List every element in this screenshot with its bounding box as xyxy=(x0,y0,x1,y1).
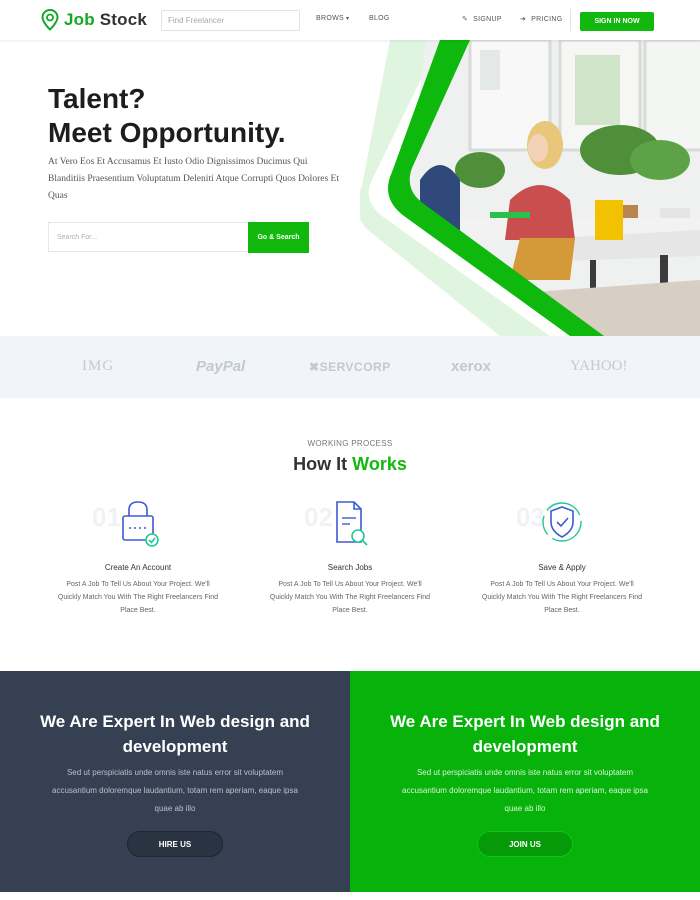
hero-section: Talent? Meet Opportunity. At Vero Eos Et… xyxy=(0,40,700,336)
nav-browse-dropdown[interactable]: BROWS ▾ xyxy=(316,15,349,22)
step-description: Post A Job To Tell Us About Your Project… xyxy=(481,581,643,614)
hire-us-button[interactable]: HIRE US xyxy=(127,831,223,857)
cta-description: Sed ut perspiciatis unde omnis iste natu… xyxy=(402,768,648,813)
brand-logo-paypal: PayPal xyxy=(196,358,246,375)
sign-in-button[interactable]: SIGN IN NOW xyxy=(580,12,654,31)
cta-title: We Are Expert In Web design and developm… xyxy=(390,712,660,756)
brand-logo-xerox: xerox xyxy=(451,358,492,375)
lock-check-icon xyxy=(122,501,159,547)
step-description: Post A Job To Tell Us About Your Project… xyxy=(57,581,219,614)
nav-blog-link[interactable]: BLOG xyxy=(369,15,390,22)
cta-description: Sed ut perspiciatis unde omnis iste natu… xyxy=(52,768,298,813)
go-search-button[interactable]: Go & Search xyxy=(248,222,309,253)
step-card: 02 Search Jobs Post A Job To Tell Us Abo… xyxy=(250,498,450,617)
logo[interactable]: Job Stock xyxy=(41,9,147,31)
hero-title: Talent? Meet Opportunity. xyxy=(48,83,286,148)
hero-search-input[interactable] xyxy=(48,222,248,252)
how-it-works-section: WORKING PROCESS How It Works 01 Create A… xyxy=(0,398,700,671)
document-search-icon xyxy=(336,501,368,546)
step-description: Post A Job To Tell Us About Your Project… xyxy=(269,581,431,614)
caret-down-icon: ▾ xyxy=(345,16,350,22)
nav-pricing-link[interactable]: ➜ PRICING xyxy=(520,15,562,23)
step-card: 01 Create An Account Post A Job To Tell … xyxy=(38,498,238,617)
shield-check-icon xyxy=(542,502,582,542)
hero-office-image xyxy=(360,40,700,336)
cta-title: We Are Expert In Web design and developm… xyxy=(40,712,310,756)
step-title: Search Jobs xyxy=(327,563,373,572)
hero-search-bar: Go & Search xyxy=(48,222,309,253)
cta-section: We Are Expert In Web design and developm… xyxy=(0,671,700,892)
sign-in-icon: ➜ xyxy=(520,16,527,23)
hire-us-panel: We Are Expert In Web design and developm… xyxy=(0,671,350,892)
brand-logo-yahoo: YAHOO! xyxy=(570,358,628,374)
section-title: How It Works xyxy=(293,454,407,474)
pencil-icon: ✎ xyxy=(462,16,469,23)
hero-description: At Vero Eos Et Accusamus Et Iusto Odio D… xyxy=(48,157,339,201)
partner-brands-bar: IMG PayPal ✖SERVCORP xerox YAHOO! xyxy=(0,336,700,398)
step-title: Create An Account xyxy=(104,563,172,572)
top-navbar: Job Stock BROWS▾ BLOG ✎SIGNUP ➜PRICING S… xyxy=(0,0,700,40)
step-title: Save & Apply xyxy=(538,563,586,572)
join-us-panel: We Are Expert In Web design and developm… xyxy=(350,671,700,892)
freelancer-search-input[interactable] xyxy=(161,10,300,31)
join-us-button[interactable]: JOIN US xyxy=(477,831,573,857)
nav-divider xyxy=(570,9,571,31)
section-eyebrow: WORKING PROCESS xyxy=(307,439,393,448)
brand-logo-img: IMG xyxy=(82,358,115,374)
nav-signup-link[interactable]: ✎ SIGNUP xyxy=(462,15,502,23)
map-pin-icon xyxy=(41,9,59,31)
step-card: 03 Save & Apply Post A Job To Tell Us Ab… xyxy=(462,498,662,617)
logo-text: Job Stock xyxy=(64,10,148,29)
brand-logo-servcorp: ✖SERVCORP xyxy=(309,360,391,374)
